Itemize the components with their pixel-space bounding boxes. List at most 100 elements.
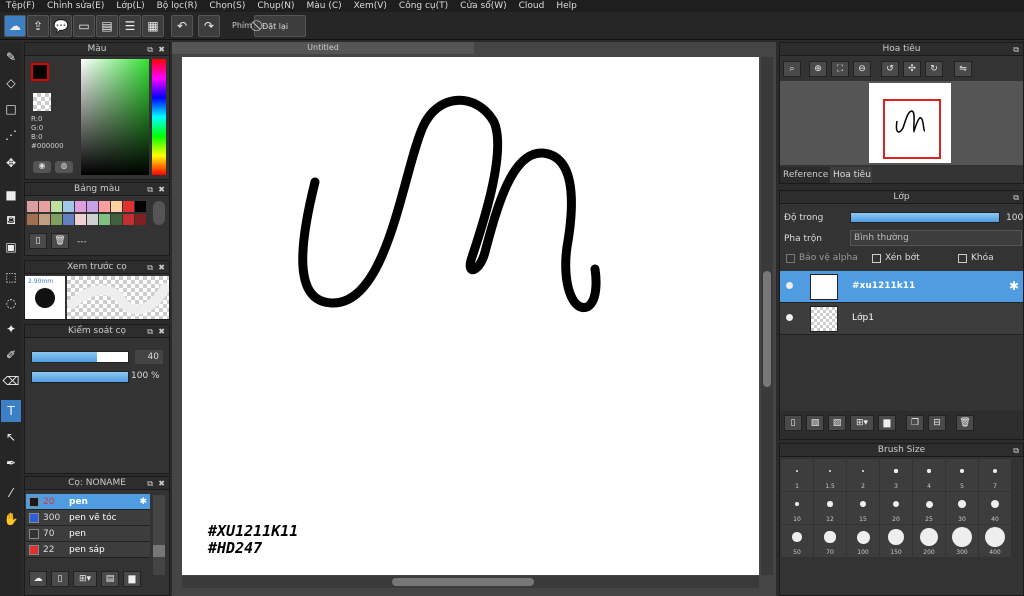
- delete-layer-icon[interactable]: 🗑: [956, 415, 974, 431]
- flip-icon[interactable]: ⇋: [954, 61, 972, 77]
- brush-size-cell[interactable]: 200: [913, 525, 945, 557]
- panel-popout-icon[interactable]: ⧉: [1013, 191, 1019, 204]
- panel-close-icon[interactable]: ✖: [158, 325, 165, 338]
- add-layer-menu-icon[interactable]: ⊞▾: [850, 415, 874, 431]
- zoom-in-icon[interactable]: ⊕: [809, 61, 827, 77]
- menu-item[interactable]: Chụp(N): [251, 1, 300, 11]
- menu-item[interactable]: Chỉnh sửa(E): [41, 1, 110, 11]
- lock-option[interactable]: Khóa: [958, 253, 994, 263]
- new-brush-icon[interactable]: ▯: [51, 571, 69, 587]
- brush-opacity-slider[interactable]: [31, 371, 129, 383]
- move-tool-icon[interactable]: ✥: [1, 152, 21, 174]
- layer-visibility-icon[interactable]: [786, 282, 793, 289]
- grid-icon[interactable]: ▦: [142, 15, 164, 37]
- panel-close-icon[interactable]: ✖: [158, 261, 165, 274]
- brush-size-cell[interactable]: 15: [847, 492, 879, 524]
- palette-swatch[interactable]: [39, 201, 50, 212]
- rotate-left-icon[interactable]: ↺: [881, 61, 899, 77]
- navigator-preview[interactable]: [780, 81, 1023, 165]
- fullscreen-icon[interactable]: ✣: [903, 61, 921, 77]
- layer-opacity-slider[interactable]: [850, 212, 1000, 223]
- new-8bit-layer-icon[interactable]: ▨: [828, 415, 846, 431]
- layer-row[interactable]: Lớp1: [780, 303, 1023, 335]
- brush-cloud-icon[interactable]: ☁: [29, 571, 47, 587]
- tab-reference[interactable]: Reference: [780, 167, 830, 183]
- gradient-tool-icon[interactable]: ▣: [1, 236, 21, 258]
- horizontal-scrollbar[interactable]: [182, 576, 759, 588]
- palette-swatch[interactable]: [123, 213, 134, 225]
- brush-size-cell[interactable]: 12: [814, 492, 846, 524]
- brush-size-cell[interactable]: 100: [847, 525, 879, 557]
- undo-icon[interactable]: ↶: [171, 15, 193, 37]
- cloud-icon[interactable]: ☁: [4, 15, 26, 37]
- zoom-search-icon[interactable]: ⌕: [783, 61, 801, 77]
- brush-size-value[interactable]: 40: [135, 350, 163, 364]
- panel-popout-icon[interactable]: ⧉: [1013, 43, 1019, 56]
- brush-size-cell[interactable]: 70: [814, 525, 846, 557]
- layer-visibility-icon[interactable]: [786, 314, 793, 321]
- palette-swatch[interactable]: [75, 213, 86, 225]
- palette-swatch[interactable]: [99, 213, 110, 225]
- comment-icon[interactable]: 💬: [50, 15, 72, 37]
- panel-popout-icon[interactable]: ⧉: [147, 261, 153, 274]
- brush-size-cell[interactable]: 3: [880, 459, 912, 491]
- palette-swatch[interactable]: [27, 213, 38, 225]
- brush-size-cell[interactable]: 1.5: [814, 459, 846, 491]
- list-icon[interactable]: ☰: [119, 15, 141, 37]
- menu-item[interactable]: Màu (C): [301, 1, 348, 11]
- rectangle-tool-icon[interactable]: □: [1, 98, 21, 120]
- hue-slider[interactable]: [152, 59, 166, 175]
- palette-swatch[interactable]: [87, 213, 98, 225]
- palette-swatch[interactable]: [75, 201, 86, 212]
- tab-navigator[interactable]: Hoa tiêu: [830, 167, 872, 183]
- select-rect-tool-icon[interactable]: ⬚: [1, 266, 21, 288]
- vertical-scroll-thumb[interactable]: [763, 271, 771, 387]
- palette-swatch[interactable]: [27, 201, 38, 212]
- brush-list-item[interactable]: 20 pen ✱: [26, 494, 150, 510]
- brush-list-item[interactable]: 300 pen vẽ tóc: [26, 510, 150, 526]
- palette-swatch[interactable]: [51, 213, 62, 225]
- palette-swatch[interactable]: [123, 201, 134, 212]
- panel-close-icon[interactable]: ✖: [158, 477, 165, 490]
- new-halftone-layer-icon[interactable]: ▧: [806, 415, 824, 431]
- palette-swatch[interactable]: [135, 213, 146, 225]
- menu-item[interactable]: Cloud: [513, 1, 551, 11]
- menu-item[interactable]: Công cụ(T): [393, 1, 454, 11]
- palette-swatch[interactable]: [111, 213, 122, 225]
- magic-wand-tool-icon[interactable]: ✦: [1, 318, 21, 340]
- merge-layer-icon[interactable]: ⊟: [928, 415, 946, 431]
- panel-close-icon[interactable]: ✖: [158, 43, 165, 56]
- color-wheel-icon[interactable]: ◉: [33, 161, 51, 173]
- brush-size-cell[interactable]: 10: [781, 492, 813, 524]
- operation-tool-icon[interactable]: ↖: [1, 426, 21, 448]
- transparent-swatch[interactable]: [33, 93, 51, 111]
- rotate-right-icon[interactable]: ↻: [925, 61, 943, 77]
- duplicate-layer-icon[interactable]: ❐: [906, 415, 924, 431]
- palette-swatch[interactable]: [87, 201, 98, 212]
- dots-tool-icon[interactable]: ⋰: [1, 124, 21, 146]
- redo-icon[interactable]: ↷: [198, 15, 220, 37]
- select-eraser-tool-icon[interactable]: ⌫: [1, 370, 21, 392]
- clipping-checkbox[interactable]: [872, 253, 881, 263]
- layer-row[interactable]: #xu1211k11 ✱: [780, 271, 1023, 303]
- palette-swatch[interactable]: [135, 201, 146, 212]
- brush-settings-doc-icon[interactable]: ▤: [101, 571, 119, 587]
- palette-scrollbar[interactable]: [153, 201, 165, 225]
- palette-swatch[interactable]: [63, 213, 74, 225]
- vertical-scrollbar[interactable]: [761, 57, 773, 575]
- new-palette-icon[interactable]: ▯: [29, 233, 47, 249]
- bucket-tool-icon[interactable]: ⛾: [1, 210, 21, 232]
- palette-swatch[interactable]: [51, 201, 62, 212]
- brush-size-cell[interactable]: 400: [979, 525, 1011, 557]
- fit-icon[interactable]: ⛶: [831, 61, 849, 77]
- fill-rect-tool-icon[interactable]: ■: [1, 184, 21, 206]
- palette-swatch[interactable]: [99, 201, 110, 212]
- menu-item[interactable]: Bộ lọc(R): [151, 1, 204, 11]
- panel-close-icon[interactable]: ✖: [158, 183, 165, 196]
- menu-item[interactable]: Tệp(F): [0, 1, 41, 11]
- brush-size-cell[interactable]: 50: [781, 525, 813, 557]
- panel-popout-icon[interactable]: ⧉: [147, 183, 153, 196]
- export-icon[interactable]: ⇪: [27, 15, 49, 37]
- brush-list-item[interactable]: 70 pen: [26, 526, 150, 542]
- palette-swatch[interactable]: [63, 201, 74, 212]
